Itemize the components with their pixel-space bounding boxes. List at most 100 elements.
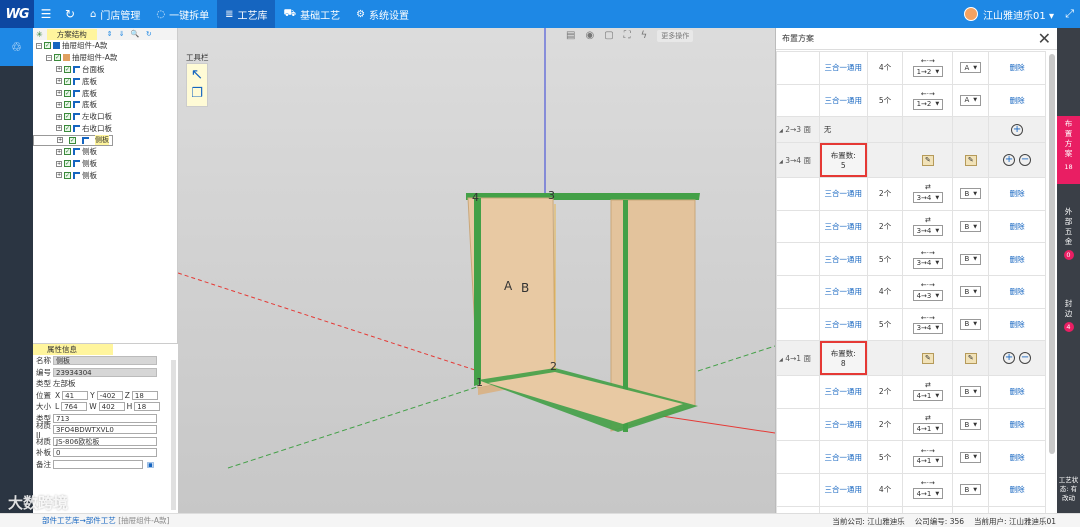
remove-icon[interactable]: −	[1019, 154, 1032, 167]
pattern-select[interactable]: 1→2 ▼	[912, 98, 944, 110]
delete-link[interactable]: 删除	[988, 242, 1046, 276]
option-select[interactable]: B ▼	[960, 419, 982, 431]
3d-viewport[interactable]: 4 3 1 2 A B ▤ ◉ ▢ ⛶ ϟ 更多操作 工具栏 ↖ ❐	[178, 28, 775, 513]
nav-craft-library[interactable]: ≣ 工艺库	[217, 0, 276, 28]
hardware-name-link[interactable]: 三合一通用	[818, 407, 868, 442]
tree-node-leaf[interactable]: + ✓ 侧板	[33, 169, 177, 181]
material-field[interactable]: JS-806欧松板	[53, 436, 157, 446]
pattern-select[interactable]: 3→4 ▼	[912, 192, 944, 204]
option-select[interactable]: A ▼	[960, 62, 982, 74]
add-icon[interactable]: +	[1003, 154, 1016, 167]
print-icon[interactable]: ▤	[566, 30, 575, 42]
delete-link[interactable]: 删除	[988, 307, 1046, 342]
add-icon[interactable]: +	[1011, 123, 1024, 136]
hardware-name-link[interactable]: 三合一通用	[818, 83, 868, 118]
fullscreen-icon[interactable]: ⤢	[1065, 7, 1074, 21]
option-select[interactable]: B ▼	[960, 221, 982, 233]
pattern-select[interactable]: 4→3 ▼	[912, 290, 944, 302]
hardware-name-link[interactable]: 三合一通用	[818, 505, 868, 513]
nav-system-settings[interactable]: ⚙ 系统设置	[348, 0, 417, 28]
patch-field[interactable]: 0	[53, 448, 157, 458]
close-icon[interactable]: ✕	[1038, 29, 1051, 48]
delete-link[interactable]: 删除	[988, 472, 1046, 507]
delete-link[interactable]: 删除	[988, 407, 1046, 442]
tree-node-leaf[interactable]: + ✓ 底板	[33, 75, 177, 87]
face-label[interactable]: ◢ 4→1 面	[776, 340, 820, 377]
delete-link[interactable]: 删除	[988, 83, 1046, 118]
hardware-name-link[interactable]: 三合一通用	[818, 274, 868, 309]
tree-node-leaf[interactable]: + ✓ 左收口板	[33, 111, 177, 123]
pos-x-field[interactable]: 41	[62, 390, 89, 400]
option-select[interactable]: B ▼	[960, 484, 982, 496]
delete-link[interactable]: 删除	[988, 440, 1046, 474]
tree-node-leaf[interactable]: + ✓ 台面板	[33, 64, 177, 76]
face-label[interactable]: ◢ 2→3 面	[776, 116, 820, 144]
edit-icon[interactable]: ✎	[921, 352, 934, 364]
tree-node-leaf[interactable]: + ✓ 底板	[33, 99, 177, 111]
nav-store-management[interactable]: ⌂ 门店管理	[82, 0, 148, 28]
size-h-field[interactable]: 18	[134, 402, 161, 412]
pattern-select[interactable]: 4→1 ▼	[912, 455, 944, 467]
more-operations-button[interactable]: 更多操作	[657, 30, 694, 42]
name-field[interactable]: 侧板	[53, 356, 157, 366]
hardware-name-link[interactable]: 三合一通用	[818, 51, 868, 85]
remove-icon[interactable]: −	[1019, 352, 1032, 365]
material-ii-field[interactable]: 3FO4BDWTXVL0	[53, 425, 157, 435]
size-w-field[interactable]: 402	[98, 402, 125, 412]
add-icon[interactable]: +	[1003, 352, 1016, 365]
copy-icon[interactable]: ❐	[187, 84, 207, 104]
tab-layout-scheme[interactable]: 布置方案 18	[1057, 116, 1080, 184]
nav-basic-craft[interactable]: ⛟ 基础工艺	[275, 0, 348, 28]
pos-y-field[interactable]: -402	[96, 390, 123, 400]
tree-node-leaf[interactable]: + ✓ 侧板	[33, 146, 177, 158]
user-menu[interactable]: 江山雅迪乐01 ▾	[964, 0, 1054, 28]
tree-node-leaf[interactable]: + ✓ 侧板	[33, 158, 177, 170]
edit-icon[interactable]: ✎	[921, 154, 934, 166]
delete-link[interactable]: 删除	[988, 505, 1046, 513]
hardware-name-link[interactable]: 三合一通用	[818, 440, 868, 474]
nav-one-click-split[interactable]: ◌ 一键拆单	[148, 0, 217, 28]
edit-icon[interactable]: ✎	[964, 154, 977, 166]
hardware-name-link[interactable]: 三合一通用	[818, 375, 868, 409]
size-l-field[interactable]: 764	[61, 402, 88, 412]
pattern-select[interactable]: 4→1 ▼	[912, 390, 944, 402]
hardware-name-link[interactable]: 三合一通用	[818, 177, 868, 211]
tree-tools[interactable]: ⇕ ⇓ 🔍 ↻	[107, 30, 154, 38]
kind-field[interactable]: 713	[53, 413, 157, 423]
option-select[interactable]: B ▼	[960, 386, 982, 398]
option-select[interactable]: B ▼	[960, 451, 982, 463]
tree-node-leaf-selected[interactable]: + ✓ 侧板	[33, 134, 113, 146]
select-cursor-icon[interactable]: ↖	[187, 64, 207, 84]
remark-field[interactable]	[53, 459, 143, 469]
frame-icon[interactable]: ▢	[604, 30, 613, 42]
pattern-select[interactable]: 4→1 ▼	[912, 488, 944, 500]
pattern-select[interactable]: 3→4 ▼	[912, 257, 944, 269]
refresh-icon[interactable]: ↻	[58, 7, 82, 21]
tree-node-leaf[interactable]: + ✓ 右收口板	[33, 123, 177, 135]
edit-icon[interactable]: ✎	[964, 352, 977, 364]
hardware-name-link[interactable]: 三合一通用	[818, 242, 868, 276]
tab-edge-banding[interactable]: 封边 4	[1057, 296, 1080, 336]
option-select[interactable]: B ▼	[960, 318, 982, 330]
breadcrumb-link[interactable]: 部件工艺	[86, 516, 116, 525]
pattern-select[interactable]: 3→4 ▼	[912, 225, 944, 237]
panel-scrollbar[interactable]	[1049, 54, 1055, 454]
option-select[interactable]: B ▼	[960, 188, 982, 200]
tree-node-group[interactable]: − ✓ 抽屉组件-A款	[33, 52, 177, 64]
camera-icon[interactable]: ◉	[585, 30, 594, 42]
hardware-name-link[interactable]: 三合一通用	[818, 307, 868, 342]
scheme-structure-icon[interactable]: ♲	[0, 28, 33, 66]
save-icon[interactable]: ▣	[147, 460, 154, 469]
option-select[interactable]: B ▼	[960, 253, 982, 265]
pattern-select[interactable]: 4→1 ▼	[912, 423, 944, 435]
delete-link[interactable]: 删除	[988, 177, 1046, 211]
lightning-icon[interactable]: ϟ	[641, 30, 648, 42]
tree-node-leaf[interactable]: + ✓ 底板	[33, 87, 177, 99]
delete-link[interactable]: 删除	[988, 375, 1046, 409]
fit-view-icon[interactable]: ⛶	[624, 30, 631, 42]
tab-external-hardware[interactable]: 外部五金 0	[1057, 204, 1080, 264]
pattern-select[interactable]: 3→4 ▼	[912, 322, 944, 334]
hardware-name-link[interactable]: 三合一通用	[818, 472, 868, 507]
delete-link[interactable]: 删除	[988, 51, 1046, 85]
hardware-name-link[interactable]: 三合一通用	[818, 209, 868, 244]
